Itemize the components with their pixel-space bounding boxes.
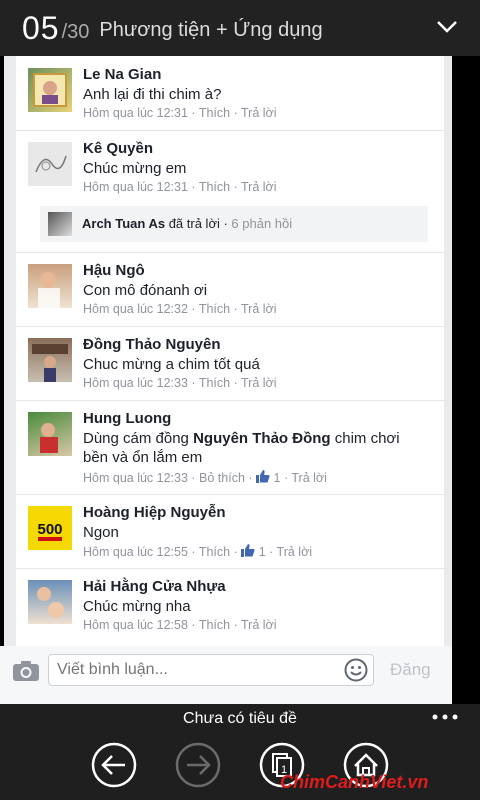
commenter-name[interactable]: Đồng Thảo Nguyên <box>83 336 221 353</box>
back-button[interactable] <box>91 742 137 788</box>
comment-item: Le Na Gian Anh lại đi thi chim à? Hôm qu… <box>16 56 444 131</box>
comment-input-bar: Đăng <box>0 646 452 696</box>
like-link[interactable]: Thích <box>199 376 230 390</box>
avatar[interactable] <box>28 68 72 112</box>
comments-card: Le Na Gian Anh lại đi thi chim à? Hôm qu… <box>16 56 444 646</box>
reply-link[interactable]: Trả lời <box>241 180 277 194</box>
comment-time[interactable]: Hôm qua lúc 12:33 <box>83 376 188 390</box>
comment-meta: Hôm qua lúc 12:33 · Bỏ thích · 1 · Trả l… <box>83 470 327 485</box>
comment-meta: Hôm qua lúc 12:58 · Thích · Trả lời <box>83 618 277 632</box>
commenter-name[interactable]: Kê Quyền <box>83 140 153 157</box>
comment-meta: Hôm qua lúc 12:32 · Thích · Trả lời <box>83 302 277 316</box>
comment-mention[interactable]: Nguyên Thảo Đồng <box>193 430 331 447</box>
unlike-link[interactable]: Bỏ thích <box>199 471 245 485</box>
reply-link[interactable]: Trả lời <box>241 302 277 316</box>
comment-text: Dùng cám đồng Nguyên Thảo Đồng chim chơi <box>83 430 400 447</box>
comment-item: Đồng Thảo Nguyên Chuc mừng a chim tốt qu… <box>16 326 444 401</box>
photo-total: /30 <box>61 20 90 43</box>
comment-time[interactable]: Hôm qua lúc 12:31 <box>83 106 188 120</box>
top-bar: 05 /30 Phương tiện + Ứng dụng <box>0 0 480 56</box>
photo-index: 05 <box>22 9 60 46</box>
comment-text: Con mô đónanh ơi <box>83 282 208 299</box>
comment-meta: Hôm qua lúc 12:31 · Thích · Trả lời <box>83 106 277 120</box>
reply-link[interactable]: Trả lời <box>241 618 277 632</box>
commenter-name[interactable]: Hải Hằng Cửa Nhựa <box>83 578 226 595</box>
watermark: ChimCanhViet.vn <box>280 772 429 792</box>
avatar-badge: 500 <box>37 521 62 538</box>
avatar[interactable]: 500 <box>28 506 72 550</box>
forward-button[interactable] <box>175 742 221 788</box>
thumbs-up-icon <box>241 544 255 557</box>
comment-text: Chuc mừng a chim tốt quá <box>83 356 260 373</box>
comment-item: 500 Hoàng Hiệp Nguyễn Ngon Hôm qua lúc 1… <box>16 494 444 569</box>
comment-text: Chúc mừng em <box>83 160 187 177</box>
right-margin <box>452 56 480 704</box>
post-button[interactable]: Đăng <box>390 660 431 680</box>
reply-link[interactable]: Trả lời <box>291 471 327 485</box>
avatar[interactable] <box>28 412 72 456</box>
comment-text: Chúc mừng nha <box>83 598 191 615</box>
commenter-name[interactable]: Hoàng Hiệp Nguyễn <box>83 504 226 521</box>
commenter-name[interactable]: Hậu Ngô <box>83 262 145 279</box>
comment-item: Hậu Ngô Con mô đónanh ơi Hôm qua lúc 12:… <box>16 252 444 327</box>
reply-link[interactable]: Trả lời <box>277 545 313 559</box>
comment-time[interactable]: Hôm qua lúc 12:32 <box>83 302 188 316</box>
comment-meta: Hôm qua lúc 12:55 · Thích · 1 · Trả lời <box>83 544 313 559</box>
comment-item: Kê Quyền Chúc mừng em Hôm qua lúc 12:31 … <box>16 130 444 253</box>
like-count[interactable]: 1 <box>274 471 281 485</box>
like-link[interactable]: Thích <box>199 180 230 194</box>
comment-item: Hải Hằng Cửa Nhựa Chúc mừng nha Hôm qua … <box>16 568 444 646</box>
like-link[interactable]: Thích <box>199 545 230 559</box>
comment-time[interactable]: Hôm qua lúc 12:31 <box>83 180 188 194</box>
fb-bottom-strip <box>0 696 452 704</box>
photo-caption: Chưa có tiêu đề <box>183 710 297 727</box>
comments-panel: Le Na Gian Anh lại đi thi chim à? Hôm qu… <box>4 56 452 646</box>
like-link[interactable]: Thích <box>199 302 230 316</box>
camera-icon[interactable] <box>12 660 40 682</box>
avatar[interactable] <box>28 142 72 186</box>
album-title: Phương tiện + Ứng dụng <box>99 18 323 41</box>
avatar[interactable] <box>28 580 72 624</box>
avatar <box>48 212 72 236</box>
chevron-down-icon[interactable] <box>436 20 458 34</box>
comment-time[interactable]: Hôm qua lúc 12:55 <box>83 545 188 559</box>
comment-text: Anh lại đi thi chim à? <box>83 86 222 103</box>
reply-count[interactable]: 6 phản hồi <box>231 216 292 231</box>
comment-text: Ngon <box>83 524 119 541</box>
comment-time[interactable]: Hôm qua lúc 12:58 <box>83 618 188 632</box>
like-link[interactable]: Thích <box>199 618 230 632</box>
commenter-name[interactable]: Hung Luong <box>83 410 171 427</box>
comment-time[interactable]: Hôm qua lúc 12:33 <box>83 471 188 485</box>
comment-meta: Hôm qua lúc 12:31 · Thích · Trả lời <box>83 180 277 194</box>
comment-text-line2: bền và ổn lắm em <box>83 449 203 466</box>
emoji-icon[interactable] <box>344 658 368 682</box>
reply-link[interactable]: Trả lời <box>241 106 277 120</box>
commenter-name[interactable]: Le Na Gian <box>83 66 161 83</box>
comment-input[interactable] <box>48 654 374 686</box>
avatar[interactable] <box>28 338 72 382</box>
like-link[interactable]: Thích <box>199 106 230 120</box>
reply-thread[interactable]: Arch Tuan As đã trả lời · 6 phản hồi <box>40 206 428 242</box>
reply-author[interactable]: Arch Tuan As <box>82 216 165 231</box>
reply-link[interactable]: Trả lời <box>241 376 277 390</box>
thumbs-up-icon <box>256 470 270 483</box>
reply-action: đã trả lời <box>168 216 220 231</box>
comment-item: Hung Luong Dùng cám đồng Nguyên Thảo Đồn… <box>16 400 444 495</box>
like-count[interactable]: 1 <box>259 545 266 559</box>
more-icon[interactable] <box>432 714 458 720</box>
comment-meta: Hôm qua lúc 12:33 · Thích · Trả lời <box>83 376 277 390</box>
avatar[interactable] <box>28 264 72 308</box>
